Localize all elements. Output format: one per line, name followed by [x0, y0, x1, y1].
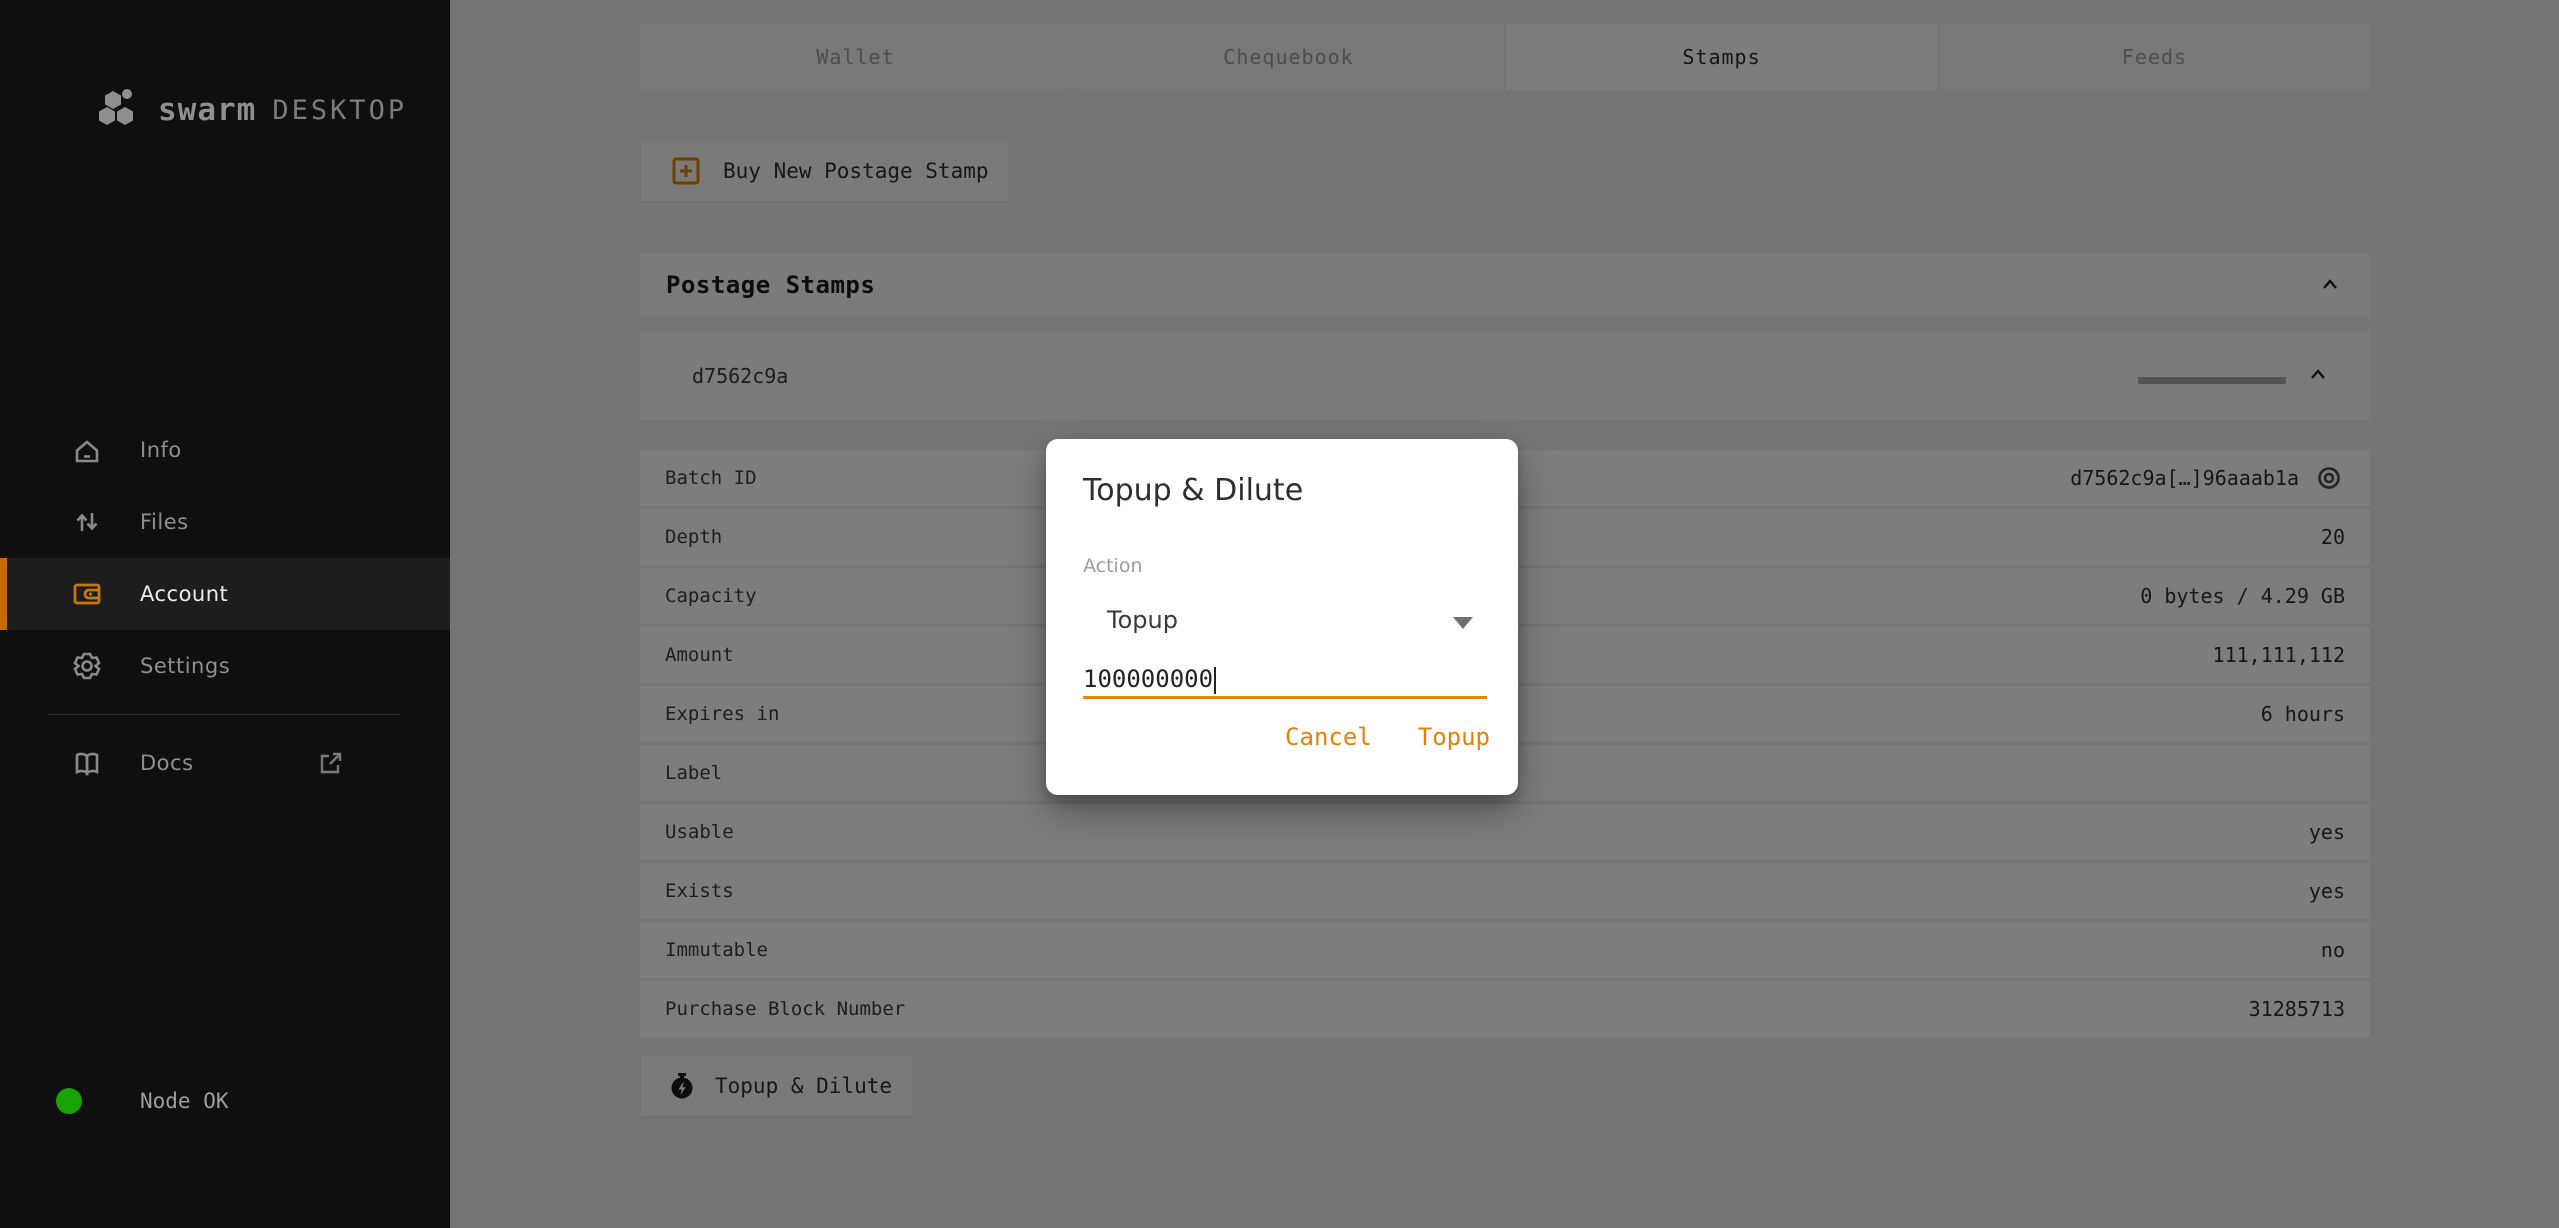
logo-suffix-text: DESKTOP — [272, 95, 407, 126]
sidebar-item-account[interactable]: Account — [0, 558, 450, 630]
sidebar-item-label: Info — [140, 438, 182, 462]
app-logo: swarm DESKTOP — [98, 88, 407, 132]
book-icon — [70, 746, 104, 780]
sidebar-item-label: Files — [140, 510, 189, 534]
dialog-actions: Cancel Topup — [1285, 723, 1490, 751]
sidebar-nav: Info Files Account — [0, 414, 450, 702]
home-icon — [70, 433, 104, 467]
node-status-label: Node OK — [140, 1089, 229, 1113]
logo-brand-text: swarm — [158, 92, 256, 128]
sidebar-item-docs[interactable]: Docs — [0, 727, 450, 799]
swarm-logo-icon — [98, 88, 142, 132]
chevron-down-icon — [1453, 617, 1473, 629]
sidebar-item-settings[interactable]: Settings — [0, 630, 450, 702]
sidebar: swarm DESKTOP Info Files — [0, 0, 450, 1228]
confirm-topup-button[interactable]: Topup — [1418, 723, 1490, 751]
sidebar-divider — [47, 714, 400, 715]
node-status: Node OK — [56, 1088, 229, 1114]
sidebar-item-label: Account — [140, 582, 228, 606]
swap-vert-icon — [70, 505, 104, 539]
sidebar-item-label: Docs — [140, 751, 194, 775]
action-field-label: Action — [1083, 555, 1143, 577]
action-select-value: Topup — [1107, 606, 1178, 634]
wallet-icon — [70, 577, 104, 611]
dialog-title: Topup & Dilute — [1083, 473, 1303, 508]
sidebar-item-files[interactable]: Files — [0, 486, 450, 558]
amount-input-value: 100000000 — [1083, 665, 1213, 693]
cancel-button[interactable]: Cancel — [1285, 723, 1372, 751]
text-caret — [1214, 667, 1216, 694]
topup-dilute-dialog: Topup & Dilute Action Topup 100000000 Ca… — [1046, 439, 1518, 795]
amount-input[interactable]: 100000000 — [1083, 657, 1487, 699]
input-focus-underline — [1083, 696, 1487, 699]
sidebar-item-info[interactable]: Info — [0, 414, 450, 486]
gear-icon — [70, 649, 104, 683]
action-select[interactable]: Topup — [1083, 597, 1487, 647]
external-link-icon[interactable] — [316, 748, 346, 778]
sidebar-item-label: Settings — [140, 654, 230, 678]
node-status-dot — [56, 1088, 82, 1114]
